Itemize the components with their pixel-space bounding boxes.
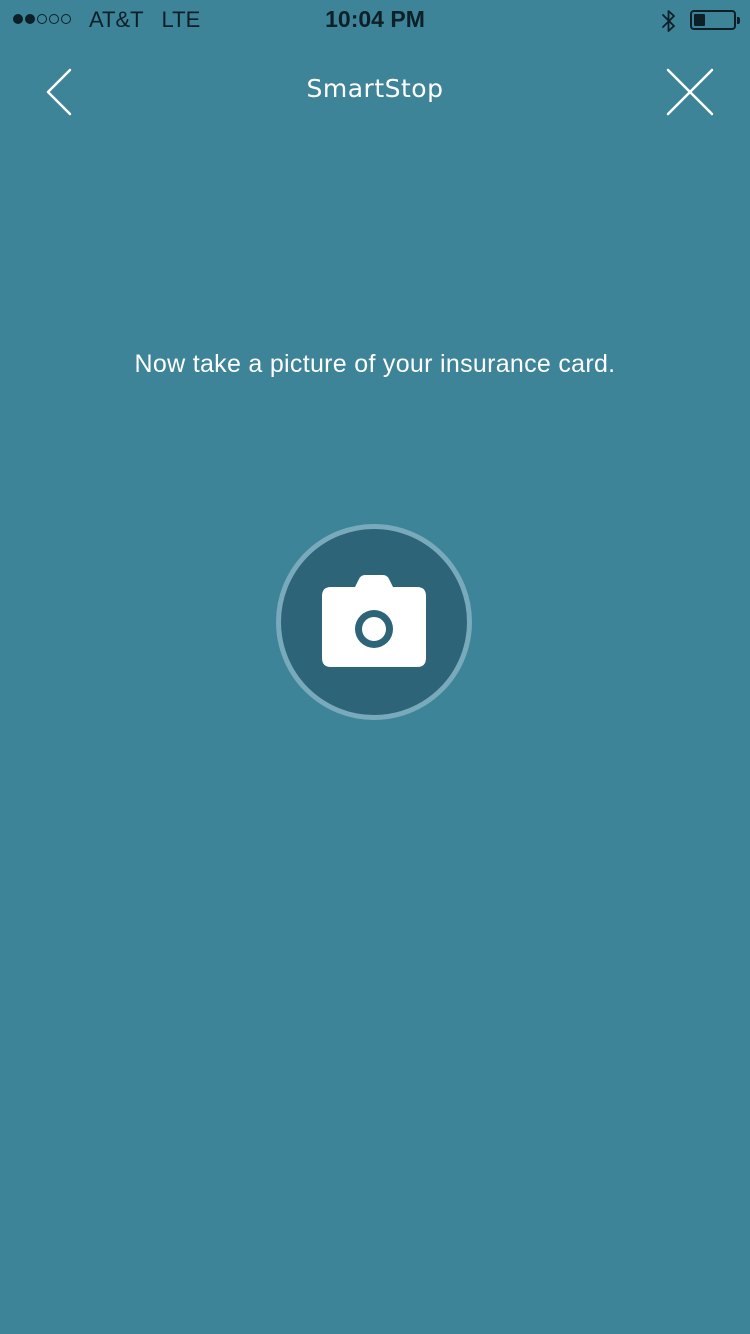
close-icon [666,68,714,116]
instruction-text: Now take a picture of your insurance car… [134,350,616,378]
battery-icon [690,10,740,30]
close-button[interactable] [664,66,716,118]
camera-icon [322,575,426,667]
take-photo-button[interactable] [276,524,472,720]
page-title: SmartStop [306,74,444,103]
battery-level [694,14,705,26]
status-bar: AT&T LTE 10:04 PM [0,0,750,40]
bluetooth-icon [660,8,678,38]
status-time: 10:04 PM [325,6,425,32]
